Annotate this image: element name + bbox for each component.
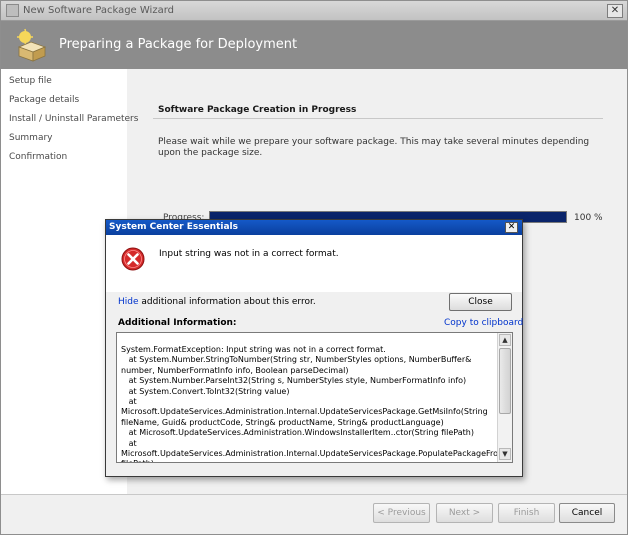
dialog-title-bar: System Center Essentials ✕ [106, 220, 522, 235]
footer-divider [1, 494, 627, 495]
finish-button[interactable]: Finish [498, 503, 555, 523]
error-icon [121, 247, 145, 271]
dialog-title: System Center Essentials [109, 222, 238, 232]
next-button[interactable]: Next > [436, 503, 493, 523]
wizard-title: New Software Package Wizard [23, 5, 174, 16]
additional-info-label: Additional Information: [118, 318, 237, 328]
details-scrollbar[interactable]: ▲ ▼ [497, 333, 512, 462]
nav-item-confirmation[interactable]: Confirmation [9, 152, 67, 162]
progress-percent: 100 % [574, 213, 603, 223]
dialog-message-area: Input string was not in a correct format… [106, 235, 522, 292]
scroll-down-icon[interactable]: ▼ [499, 448, 511, 460]
hide-info-link[interactable]: Hide [118, 297, 139, 307]
scroll-up-icon[interactable]: ▲ [499, 334, 511, 346]
error-message: Input string was not in a correct format… [159, 249, 339, 259]
hide-info-row: Hide additional information about this e… [118, 297, 316, 307]
copy-to-clipboard-link[interactable]: Copy to clipboard [444, 318, 523, 328]
content-title: Software Package Creation in Progress [158, 105, 357, 115]
wizard-title-bar: New Software Package Wizard ✕ [1, 1, 627, 21]
cancel-button[interactable]: Cancel [559, 503, 615, 523]
content-description: Please wait while we prepare your softwa… [158, 137, 590, 158]
software-package-icon [17, 28, 47, 62]
error-details-box[interactable]: System.FormatException: Input string was… [116, 332, 513, 463]
previous-button[interactable]: < Previous [373, 503, 430, 523]
close-icon[interactable]: ✕ [607, 4, 623, 18]
dialog-close-icon[interactable]: ✕ [505, 222, 518, 233]
content-divider [153, 118, 603, 119]
nav-item-setup-file[interactable]: Setup file [9, 76, 52, 86]
error-dialog: System Center Essentials ✕ Input string … [105, 219, 523, 477]
nav-item-summary[interactable]: Summary [9, 133, 53, 143]
nav-item-package-details[interactable]: Package details [9, 95, 79, 105]
banner-title: Preparing a Package for Deployment [59, 37, 298, 52]
nav-item-install-parameters[interactable]: Install / Uninstall Parameters [9, 114, 138, 124]
dialog-close-button[interactable]: Close [449, 293, 512, 311]
error-details-text: System.FormatException: Input string was… [121, 345, 513, 462]
wizard-banner: Preparing a Package for Deployment [1, 21, 627, 69]
hide-info-text: additional information about this error. [138, 297, 316, 307]
wizard-icon [6, 4, 19, 17]
scroll-thumb[interactable] [499, 348, 511, 414]
